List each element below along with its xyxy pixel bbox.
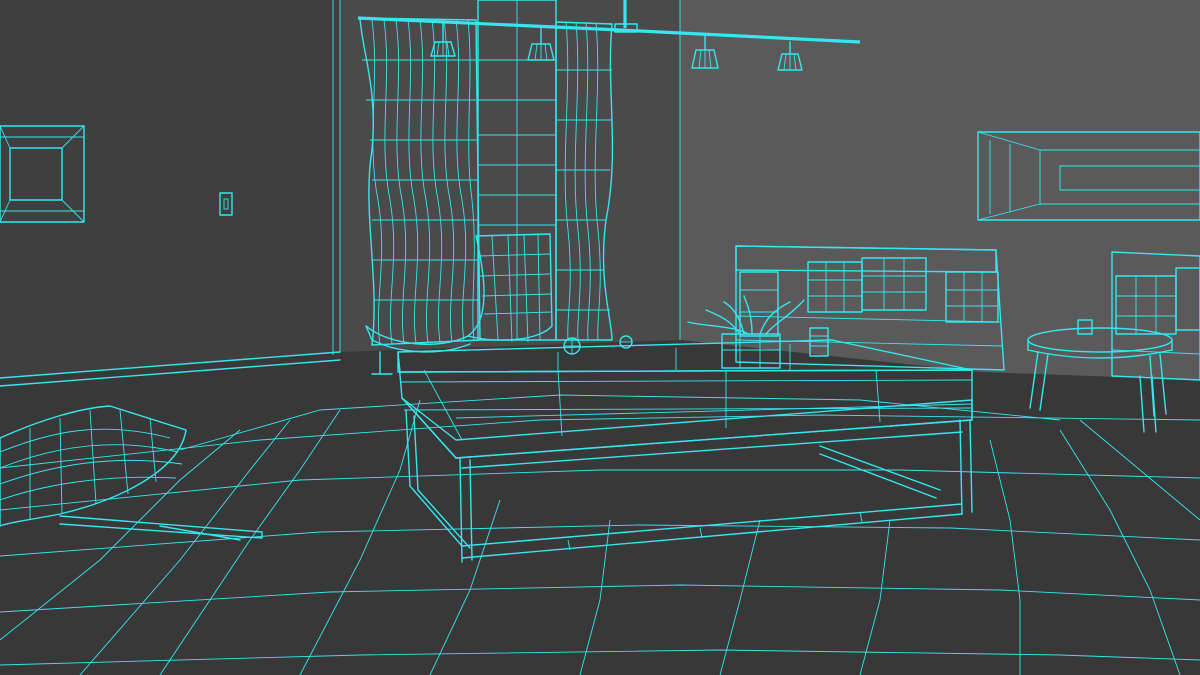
3d-viewport[interactable] [0,0,1200,675]
room-shell [0,0,1200,675]
wireframe-scene[interactable] [0,0,1200,675]
left-wall [0,0,340,378]
